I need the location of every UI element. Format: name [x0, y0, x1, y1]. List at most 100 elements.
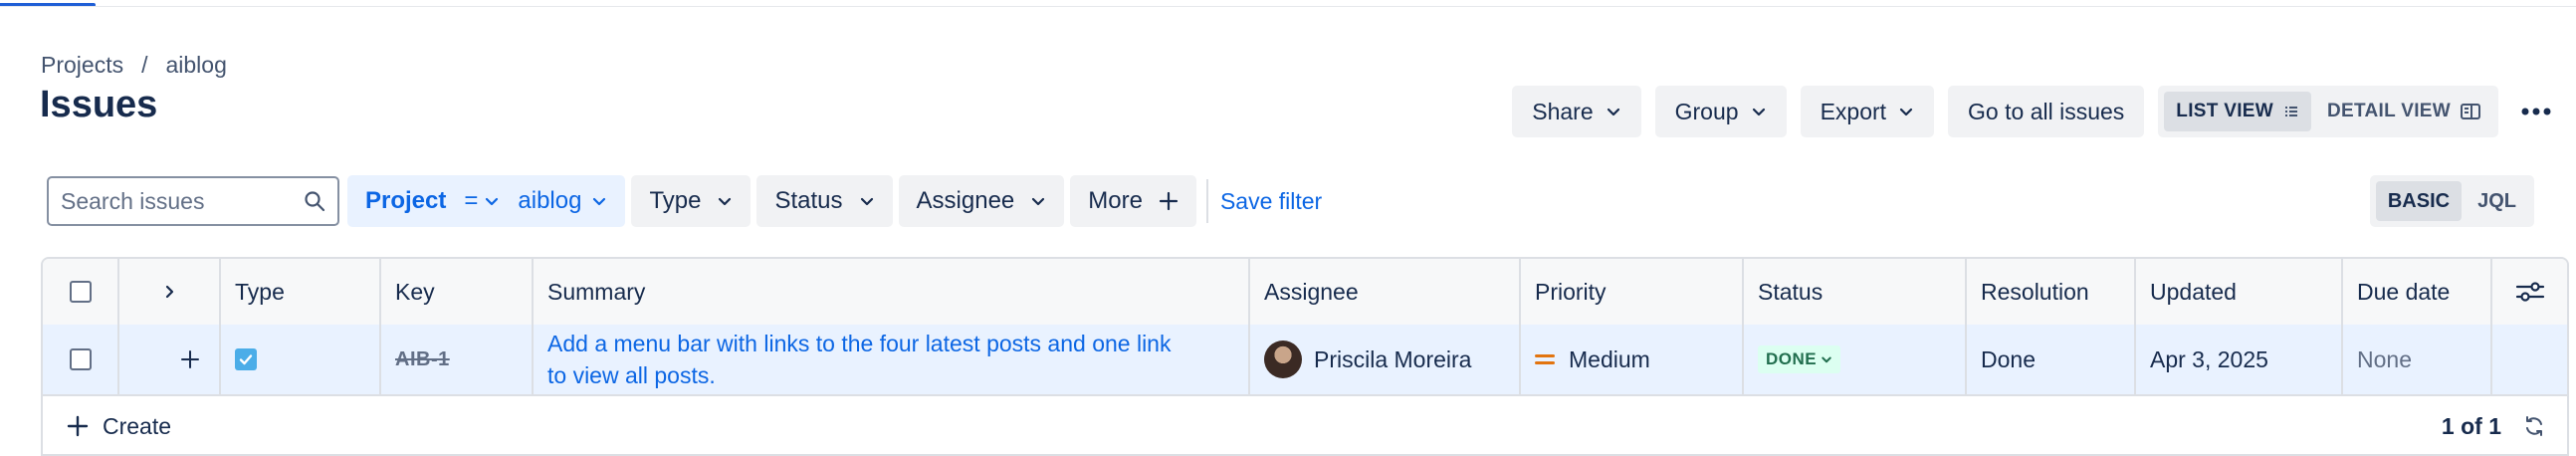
avatar	[1264, 341, 1302, 378]
updated-cell: Apr 3, 2025	[2136, 325, 2343, 394]
breadcrumb-projects-link[interactable]: Projects	[41, 52, 123, 79]
list-icon	[2285, 107, 2297, 116]
type-cell	[221, 325, 381, 394]
column-header-resolution[interactable]: Resolution	[1967, 259, 2136, 325]
chevron-down-icon	[1899, 108, 1913, 116]
share-button-label: Share	[1532, 98, 1594, 124]
type-filter-label: Type	[649, 187, 702, 214]
more-actions-button[interactable]	[2510, 86, 2562, 137]
row-select-cell	[43, 325, 119, 394]
row-spacer-cell	[2492, 325, 2567, 394]
plus-icon[interactable]	[181, 350, 199, 368]
group-button-label: Group	[1674, 98, 1739, 124]
issue-key-link[interactable]: AIB-1	[395, 348, 450, 371]
go-to-all-issues-label: Go to all issues	[1968, 98, 2125, 124]
column-header-assignee[interactable]: Assignee	[1250, 259, 1521, 325]
page-actions: Share Group Export Go to all issues LIST…	[1512, 86, 2576, 137]
breadcrumb-separator: /	[141, 52, 148, 78]
pagination: 1 of 1	[2442, 413, 2545, 440]
priority-cell[interactable]: Medium	[1521, 325, 1744, 394]
search-input[interactable]: Search issues	[47, 176, 339, 226]
share-button[interactable]: Share	[1512, 86, 1641, 137]
select-all-cell	[43, 259, 119, 325]
chevron-down-icon	[860, 197, 873, 206]
resolution-cell: Done	[1967, 325, 2136, 394]
status-badge-label: DONE	[1766, 349, 1818, 368]
type-filter[interactable]: Type	[631, 175, 751, 227]
pagination-count: 1 of 1	[2441, 412, 2501, 439]
project-filter-value: aiblog	[518, 187, 582, 214]
column-settings-icon[interactable]	[2515, 280, 2545, 304]
list-view-label: LIST VIEW	[2176, 101, 2273, 121]
column-header-summary[interactable]: Summary	[534, 259, 1250, 325]
chevron-down-icon	[719, 197, 732, 206]
project-operator-select[interactable]: =	[456, 182, 508, 220]
issues-table: Type Key Summary Assignee Priority Statu…	[41, 257, 2569, 456]
page-title: Issues	[40, 84, 158, 125]
due-date-cell[interactable]: None	[2343, 325, 2492, 394]
chevron-down-icon	[593, 197, 606, 206]
chevron-down-icon	[1822, 356, 1831, 363]
assignee-filter-label: Assignee	[916, 187, 1015, 214]
create-issue-button[interactable]: Create	[67, 413, 171, 440]
detail-view-icon	[2461, 104, 2480, 119]
project-filter[interactable]: Project = aiblog	[347, 175, 626, 227]
more-filters-button[interactable]: More	[1070, 175, 1196, 227]
column-header-due-date[interactable]: Due date	[2343, 259, 2492, 325]
search-mode-toggle: BASIC JQL	[2369, 175, 2534, 227]
export-button[interactable]: Export	[1800, 86, 1935, 137]
column-settings-cell	[2492, 259, 2567, 325]
table-footer: Create 1 of 1	[43, 394, 2567, 454]
chevron-down-icon	[1752, 108, 1765, 116]
ellipsis-icon	[2521, 108, 2551, 115]
column-header-priority[interactable]: Priority	[1521, 259, 1744, 325]
chevron-down-icon	[1607, 108, 1619, 116]
filter-divider	[1205, 179, 1208, 223]
project-filter-label: Project	[365, 187, 447, 214]
detail-view-button[interactable]: DETAIL VIEW	[2315, 92, 2492, 131]
key-cell: AIB-1	[381, 325, 534, 394]
table-row[interactable]: AIB-1 Add a menu bar with links to the f…	[43, 325, 2567, 396]
issue-summary-link[interactable]: Add a menu bar with links to the four la…	[547, 328, 1188, 391]
go-to-all-issues-button[interactable]: Go to all issues	[1948, 86, 2145, 137]
column-header-updated[interactable]: Updated	[2136, 259, 2343, 325]
column-header-key[interactable]: Key	[381, 259, 534, 325]
status-filter[interactable]: Status	[756, 175, 893, 227]
top-divider	[0, 6, 2576, 7]
basic-mode-button[interactable]: BASIC	[2375, 181, 2463, 221]
status-filter-label: Status	[774, 187, 843, 214]
detail-view-label: DETAIL VIEW	[2327, 101, 2451, 121]
medium-priority-icon	[1535, 354, 1555, 364]
plus-icon	[67, 415, 89, 437]
project-operator: =	[464, 187, 479, 214]
view-toggle: LIST VIEW DETAIL VIEW	[2158, 86, 2498, 137]
select-all-checkbox[interactable]	[69, 281, 92, 303]
assignee-filter[interactable]: Assignee	[898, 175, 1065, 227]
chevron-down-icon	[486, 197, 499, 206]
assignee-cell[interactable]: Priscila Moreira	[1250, 325, 1521, 394]
status-badge[interactable]: DONE	[1758, 345, 1841, 373]
search-icon	[305, 191, 325, 212]
more-filters-label: More	[1088, 187, 1143, 214]
breadcrumb-project-link[interactable]: aiblog	[165, 52, 226, 79]
create-issue-label: Create	[103, 412, 172, 439]
group-button[interactable]: Group	[1654, 86, 1787, 137]
column-header-type[interactable]: Type	[221, 259, 381, 325]
status-cell: DONE	[1744, 325, 1967, 394]
export-button-label: Export	[1820, 98, 1887, 124]
chevron-down-icon	[1032, 197, 1045, 206]
row-add-child-cell	[119, 325, 221, 394]
jql-mode-button[interactable]: JQL	[2466, 181, 2528, 221]
plus-icon	[1159, 191, 1179, 211]
search-placeholder: Search issues	[61, 187, 205, 214]
filter-bar: Search issues Project = aiblog Type Stat…	[47, 175, 2576, 227]
refresh-icon[interactable]	[2523, 415, 2545, 437]
breadcrumb: Projects / aiblog	[41, 52, 227, 79]
chevron-right-icon[interactable]	[161, 284, 177, 300]
task-type-icon	[235, 348, 257, 370]
expand-all-cell	[119, 259, 221, 325]
save-filter-link[interactable]: Save filter	[1220, 188, 1322, 215]
list-view-button[interactable]: LIST VIEW	[2164, 92, 2311, 131]
column-header-status[interactable]: Status	[1744, 259, 1967, 325]
row-checkbox[interactable]	[69, 348, 92, 370]
